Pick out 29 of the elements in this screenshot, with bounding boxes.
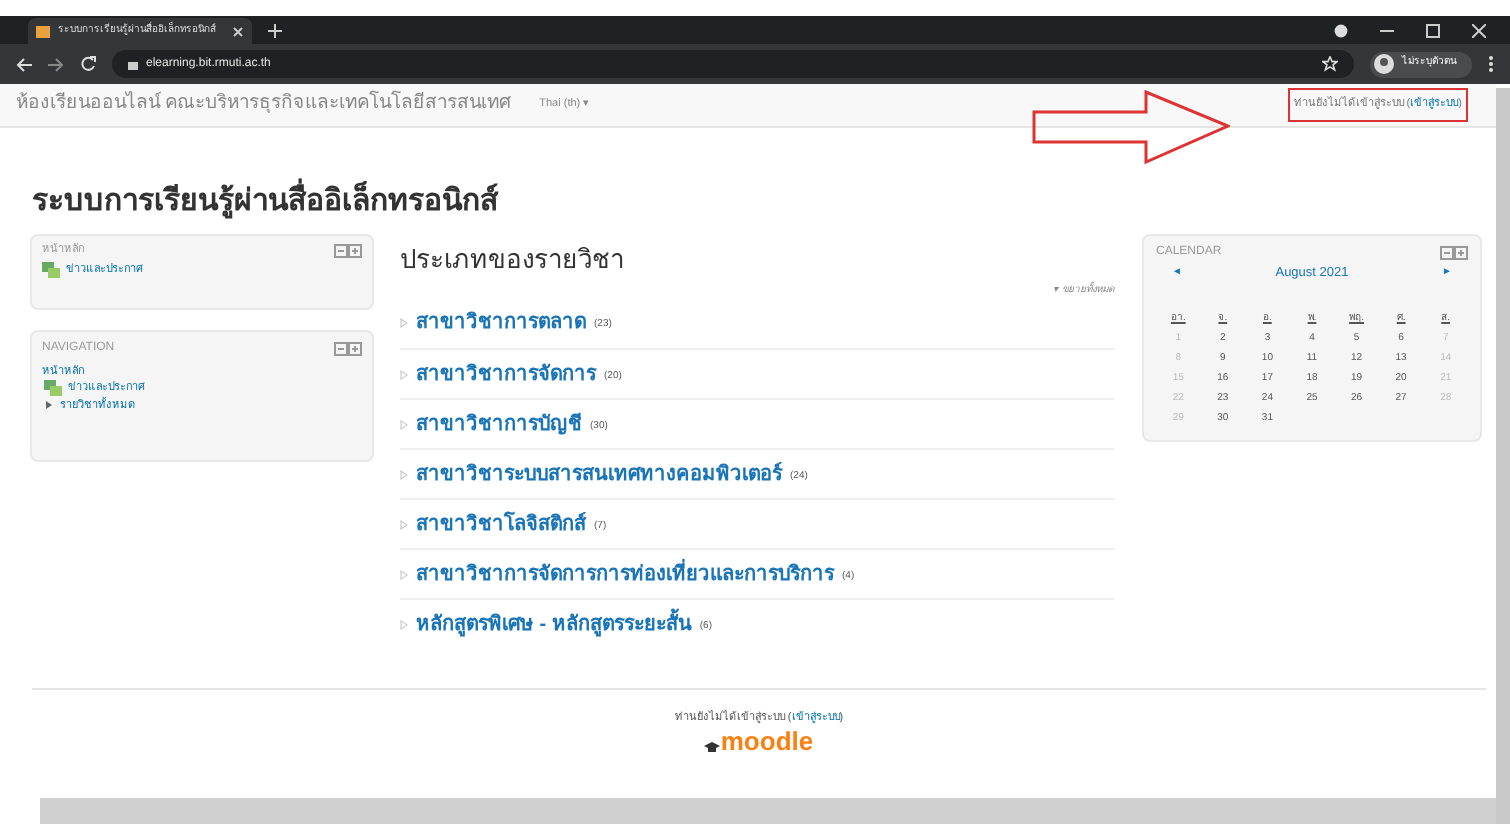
maximize-icon[interactable]	[1426, 23, 1440, 37]
close-icon[interactable]	[1472, 23, 1486, 37]
forum-icon	[42, 262, 60, 279]
site-favicon	[36, 25, 50, 37]
forward-icon[interactable]	[48, 57, 64, 71]
category-link[interactable]: หลักสูตรพิเศษ - หลักสูตรระยะสั้น	[416, 609, 692, 639]
page-title: ระบบการเรียนรู้ผ่านสื่ออิเล็กทรอนิกส์	[32, 180, 1510, 225]
category-link[interactable]: สาขาวิชาระบบสารสนเทศทางคอมพิวเตอร์	[416, 459, 782, 489]
category-link[interactable]: สาขาวิชาการบัญชี	[416, 409, 582, 439]
block-controls-icon[interactable]	[1440, 246, 1468, 260]
reload-icon[interactable]	[80, 56, 96, 72]
avatar-icon	[1374, 54, 1394, 74]
back-icon[interactable]	[16, 57, 32, 71]
star-icon[interactable]	[1322, 56, 1338, 72]
close-icon[interactable]	[232, 25, 244, 37]
category-link[interactable]: สาขาวิชาโลจิสติกส์	[416, 509, 586, 539]
menu-icon[interactable]	[1488, 56, 1494, 72]
section-title: ประเภทของรายวิชา	[400, 242, 626, 278]
block-controls-icon[interactable]	[334, 342, 362, 356]
new-tab-icon[interactable]	[268, 24, 282, 38]
lock-icon	[128, 58, 138, 70]
category-link[interactable]: สาขาวิชาการจัดการ	[416, 359, 596, 389]
category-link[interactable]: สาขาวิชาการตลาด	[416, 308, 586, 338]
category-link[interactable]: สาขาวิชาการจัดการการท่องเที่ยวและการบริการ	[416, 559, 834, 589]
graduation-cap-icon	[704, 742, 721, 755]
block-controls-icon[interactable]	[334, 243, 362, 258]
site-name[interactable]: ห้องเรียนออนไลน์ คณะบริหารธุรกิจและเทคโนโลยีสารสนเทศ	[16, 90, 512, 120]
forum-icon	[44, 380, 62, 397]
expand-arrow-icon[interactable]	[44, 400, 54, 411]
